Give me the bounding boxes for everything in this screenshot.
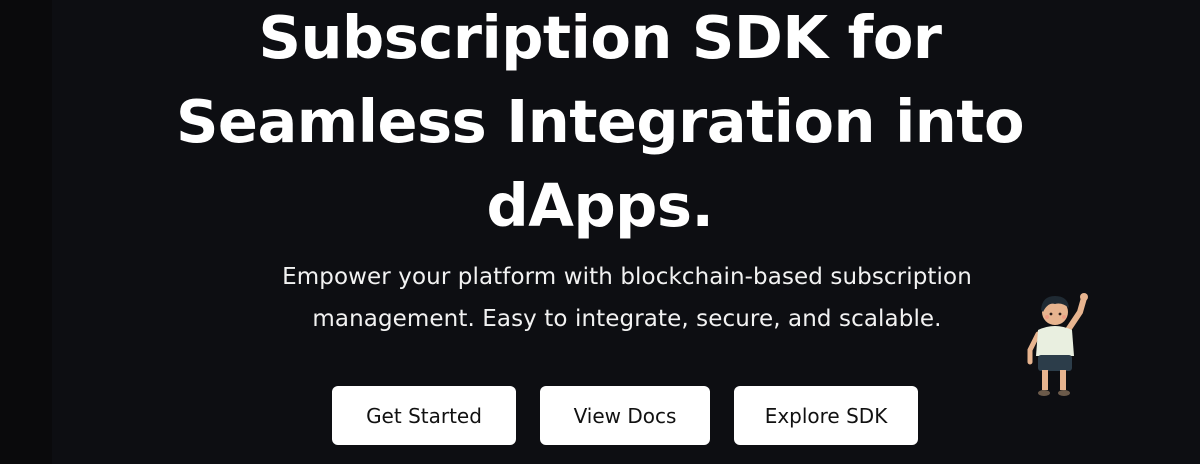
cta-buttons: Get Started View Docs Explore SDK	[0, 386, 1200, 446]
subtitle-line: Empower your platform with blockchain-ba…	[282, 264, 972, 290]
headline-line: Subscription SDK for	[258, 3, 942, 72]
headline-line: dApps.	[486, 171, 714, 240]
subtitle-line: management. Easy to integrate, secure, a…	[312, 306, 942, 332]
get-started-button[interactable]: Get Started	[332, 386, 516, 445]
view-docs-button[interactable]: View Docs	[540, 386, 710, 445]
headline-line: Seamless Integration into	[175, 87, 1025, 156]
hero-headline: Subscription SDK for Seamless Integratio…	[0, 0, 1200, 248]
waving-boy-illustration	[1027, 293, 1088, 396]
hero-subtitle: Empower your platform with blockchain-ba…	[0, 256, 1200, 340]
explore-sdk-button[interactable]: Explore SDK	[734, 386, 918, 445]
